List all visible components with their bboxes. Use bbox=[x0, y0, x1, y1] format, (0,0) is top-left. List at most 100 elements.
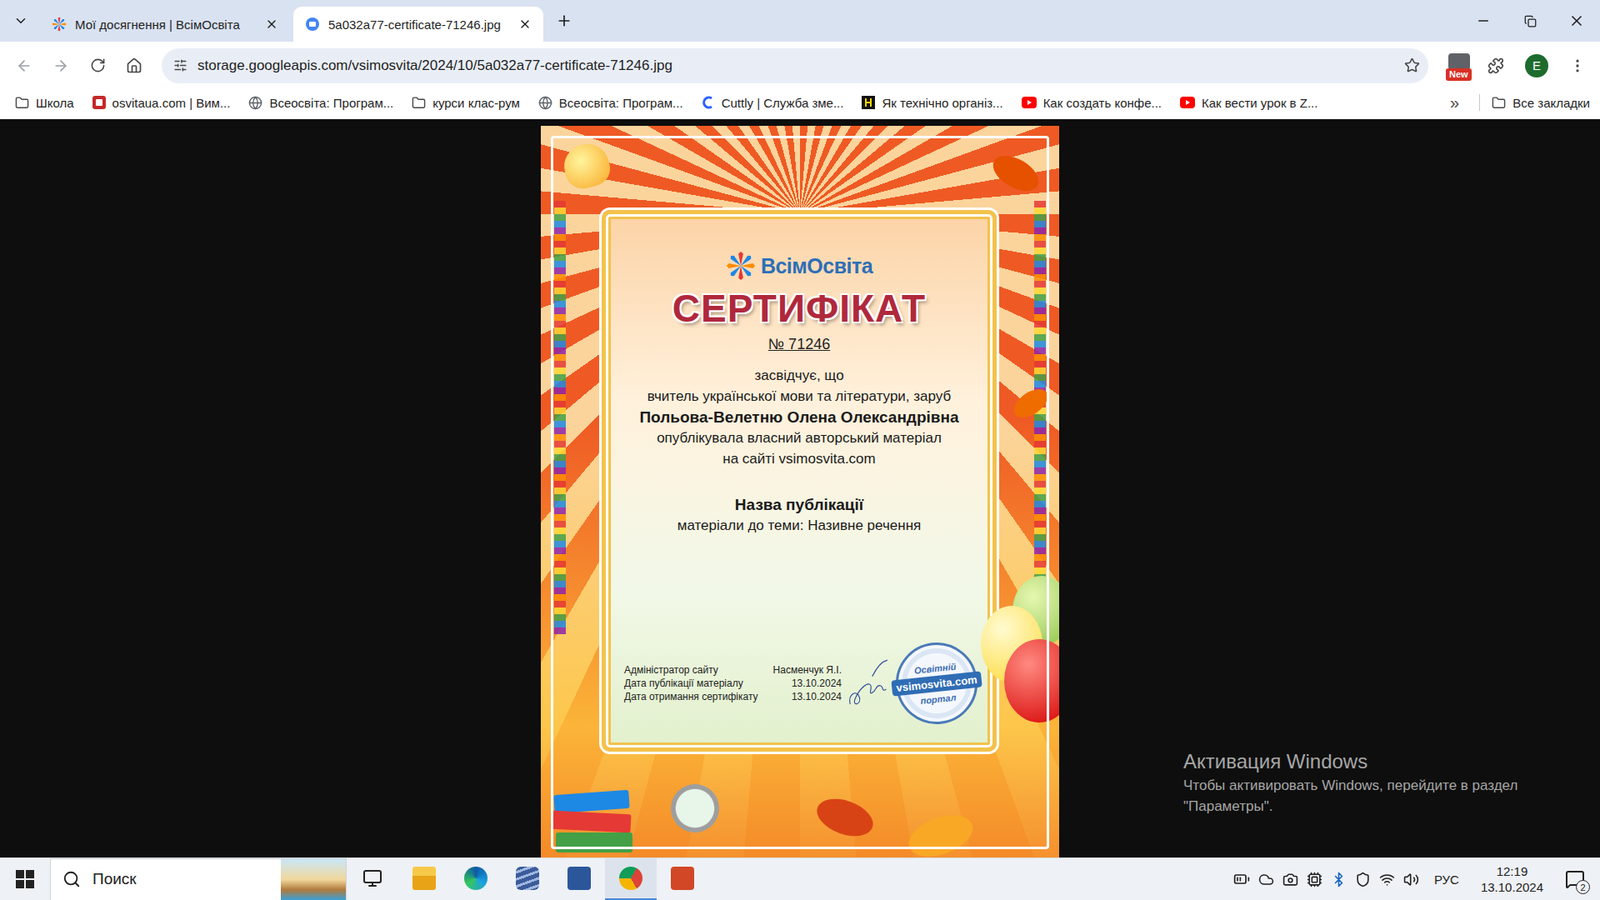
site-info-icon[interactable] bbox=[173, 58, 188, 73]
new-tab-wrap bbox=[550, 0, 579, 42]
globe-icon bbox=[538, 95, 553, 110]
profile-avatar[interactable]: E bbox=[1525, 54, 1549, 78]
tab-strip: Мої досягнення | ВсімОсвіта 5a032a77-cert… bbox=[0, 0, 1600, 42]
bookmark-item[interactable]: Как создать конфе... bbox=[1021, 95, 1162, 110]
explorer-icon bbox=[412, 866, 436, 890]
leaf-decoration bbox=[1009, 383, 1054, 424]
app-tray-icon[interactable] bbox=[1306, 871, 1323, 888]
minimize-button[interactable] bbox=[1460, 0, 1507, 42]
language-indicator[interactable]: РУС bbox=[1427, 872, 1466, 887]
taskbar-app[interactable] bbox=[553, 858, 605, 900]
youtube-icon bbox=[1180, 96, 1195, 109]
publication: Назва публікаціїматеріали до теми: Назив… bbox=[677, 494, 922, 536]
certificate-line: опублікувала власний авторський матеріал bbox=[656, 427, 942, 449]
forward-button[interactable] bbox=[45, 50, 77, 82]
camera-icon[interactable] bbox=[1282, 871, 1299, 888]
certificate-line: на сайті vsimosvita.com bbox=[722, 448, 876, 470]
system-tray: РУС 12:1913.10.2024 2 bbox=[1233, 862, 1600, 896]
extensions-button[interactable] bbox=[1480, 50, 1512, 82]
taskbar-app[interactable] bbox=[398, 858, 450, 900]
battery-icon[interactable] bbox=[1233, 870, 1250, 888]
close-icon bbox=[265, 17, 279, 31]
bookmark-item[interactable]: Всеосвіта: Програм... bbox=[248, 95, 394, 110]
tab-close-button[interactable] bbox=[515, 14, 535, 35]
new-badge: New bbox=[1445, 68, 1472, 81]
footer-details: Адміністратор сайтуНасменчук Я.І.Дата пу… bbox=[624, 664, 842, 703]
notifications-button[interactable]: 2 bbox=[1558, 862, 1592, 896]
bookmark-star-icon[interactable] bbox=[1404, 57, 1420, 74]
new-tab-button[interactable] bbox=[550, 6, 579, 35]
wifi-icon[interactable] bbox=[1379, 871, 1395, 888]
bookmark-item[interactable]: osvitaua.com | Вим... bbox=[92, 95, 231, 110]
bluetooth-icon[interactable] bbox=[1330, 871, 1347, 888]
cloud-icon[interactable] bbox=[1258, 871, 1275, 888]
taskbar: Поиск РУС 12:1913.10.2024 2 bbox=[0, 857, 1600, 900]
reload-icon bbox=[90, 57, 106, 74]
url-text: storage.googleapis.com/vsimosvita/2024/1… bbox=[197, 57, 1395, 75]
menu-button[interactable] bbox=[1561, 50, 1594, 82]
taskbar-app[interactable] bbox=[605, 858, 657, 900]
volume-icon[interactable] bbox=[1403, 871, 1420, 888]
books-decoration bbox=[553, 790, 630, 814]
restore-button[interactable] bbox=[1506, 0, 1554, 42]
back-button[interactable] bbox=[8, 50, 40, 82]
leaf-decoration bbox=[987, 148, 1045, 198]
shield-icon[interactable] bbox=[1355, 871, 1371, 888]
chrome-icon bbox=[619, 866, 643, 890]
close-icon bbox=[518, 17, 532, 31]
tab-search-button[interactable] bbox=[6, 6, 35, 35]
bookmark-item[interactable]: Як технічно організ... bbox=[861, 95, 1003, 110]
bookmark-item[interactable]: Школа bbox=[15, 95, 75, 110]
taskbar-search[interactable]: Поиск bbox=[50, 858, 347, 900]
taskbar-app[interactable] bbox=[346, 858, 399, 900]
extension-button[interactable]: New bbox=[1443, 50, 1475, 82]
vsimosvita-logo-icon bbox=[51, 16, 67, 32]
close-window-button[interactable] bbox=[1553, 0, 1600, 42]
clock[interactable]: 12:1913.10.2024 bbox=[1474, 863, 1550, 895]
bookmark-item[interactable]: Всеосвіта: Програм... bbox=[538, 95, 684, 110]
bar-separator bbox=[1479, 94, 1480, 111]
minimize-icon bbox=[1475, 13, 1491, 29]
tab-list bbox=[6, 0, 35, 42]
tab-title: Мої досягнення | ВсімОсвіта bbox=[75, 17, 254, 32]
more-vertical-icon bbox=[1569, 57, 1586, 75]
image-file-icon bbox=[305, 16, 320, 32]
word-icon bbox=[567, 866, 591, 890]
toolbar: storage.googleapis.com/vsimosvita/2024/1… bbox=[0, 41, 1600, 90]
taskbar-app[interactable] bbox=[450, 858, 502, 900]
pencils-left bbox=[554, 200, 566, 635]
tab-close-button[interactable] bbox=[261, 14, 282, 35]
leaf-decoration bbox=[811, 791, 878, 844]
reload-button[interactable] bbox=[81, 50, 114, 82]
bookmark-item[interactable]: Как вести урок в Z... bbox=[1180, 95, 1318, 110]
notification-count: 2 bbox=[1575, 880, 1590, 895]
more-bookmarks-button[interactable]: » bbox=[1441, 93, 1468, 113]
certificate: ВсімОсвітаСЕРТИФІКАТ№ 71246засвідчує, що… bbox=[540, 125, 1060, 858]
taskbar-app[interactable] bbox=[656, 858, 709, 900]
vsimosvita-logo-icon bbox=[725, 250, 756, 281]
tech-site-icon bbox=[861, 95, 875, 110]
browser-tab[interactable]: 5a032a77-certificate-71246.jpg bbox=[293, 6, 544, 42]
bookmarks-bar: Школа osvitaua.com | Вим... Всеосвіта: Про… bbox=[0, 89, 1600, 120]
taskbar-app[interactable] bbox=[501, 858, 554, 900]
start-button[interactable] bbox=[0, 858, 50, 900]
bookmark-list: Школа osvitaua.com | Вим... Всеосвіта: Про… bbox=[15, 95, 1430, 110]
bookmark-item[interactable]: Cuttly | Служба зме... bbox=[701, 95, 845, 110]
certificate-title: СЕРТИФІКАТ bbox=[672, 285, 926, 331]
activation-watermark: Активация WindowsЧтобы активировать Wind… bbox=[1183, 748, 1518, 817]
plus-icon bbox=[555, 12, 573, 30]
globe-icon bbox=[248, 95, 263, 110]
books-decoration bbox=[550, 810, 631, 834]
image-viewer: ВсімОсвітаСЕРТИФІКАТ№ 71246засвідчує, що… bbox=[0, 119, 1600, 858]
bookmark-item[interactable]: курси клас-рум bbox=[411, 95, 520, 110]
certificate-panel: ВсімОсвітаСЕРТИФІКАТ№ 71246засвідчує, що… bbox=[601, 210, 997, 752]
windows-icon bbox=[15, 870, 35, 889]
chevron-down-icon bbox=[13, 13, 29, 29]
browser-tab[interactable]: Мої досягнення | ВсімОсвіта bbox=[40, 6, 290, 42]
address-bar[interactable]: storage.googleapis.com/vsimosvita/2024/1… bbox=[161, 48, 1429, 84]
desktop: Мої досягнення | ВсімОсвіта 5a032a77-cert… bbox=[0, 0, 1600, 900]
all-bookmarks[interactable]: Все закладки bbox=[1491, 95, 1590, 110]
tab-title: 5a032a77-certificate-71246.jpg bbox=[328, 17, 507, 32]
home-button[interactable] bbox=[118, 50, 150, 82]
folder-icon bbox=[15, 95, 30, 110]
